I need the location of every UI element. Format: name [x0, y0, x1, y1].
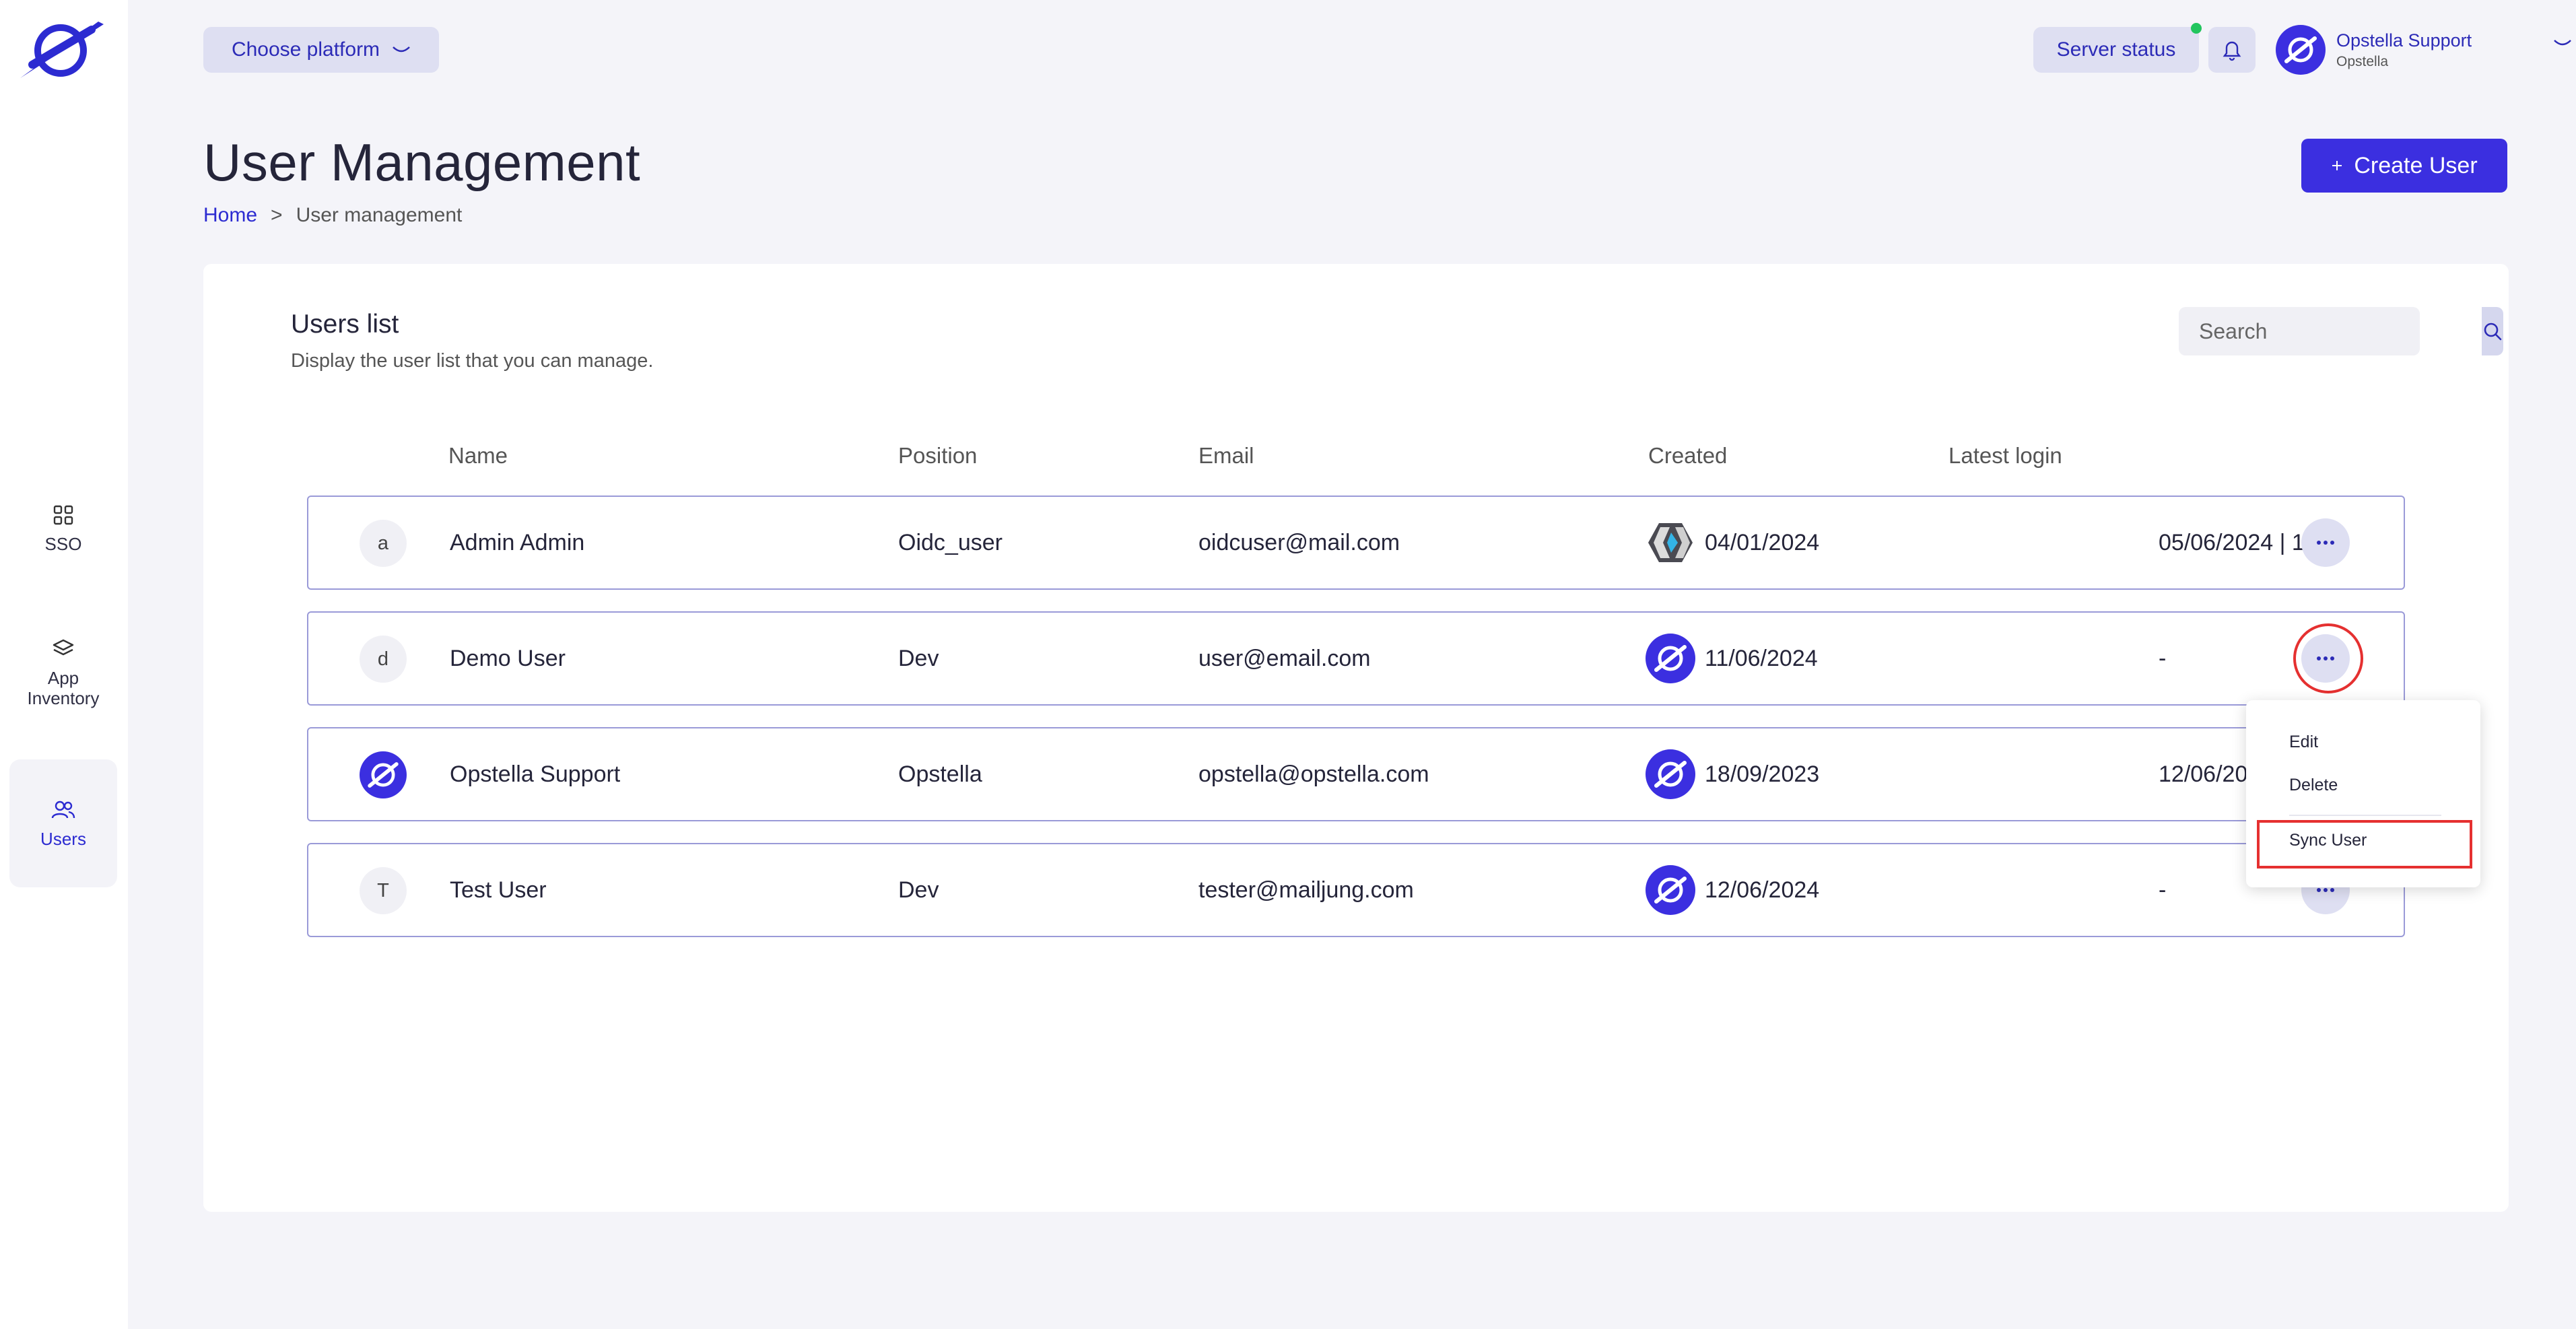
user-position: Opstella [898, 761, 982, 787]
breadcrumb: Home > User management [203, 204, 462, 227]
column-header-position: Position [898, 443, 978, 468]
user-email: oidcuser@mail.com [1198, 529, 1400, 555]
server-status-button[interactable]: Server status [2033, 27, 2199, 73]
menu-item-sync-user[interactable]: Sync User [2289, 831, 2367, 850]
row-actions-menu: Edit Delete Sync User [2246, 700, 2480, 887]
page-title: User Management [203, 133, 641, 192]
column-header-created: Created [1648, 443, 1728, 468]
user-initial-avatar: d [360, 636, 407, 683]
user-email: tester@mailjung.com [1198, 877, 1414, 903]
user-position: Dev [898, 877, 939, 903]
menu-item-edit[interactable]: Edit [2289, 732, 2318, 752]
avatar [360, 751, 407, 798]
more-dots-icon [2317, 541, 2334, 545]
highlight-ring [2293, 623, 2363, 693]
breadcrumb-home-link[interactable]: Home [203, 204, 257, 227]
chevron-down-icon[interactable] [2553, 38, 2572, 48]
table-row[interactable]: Opstella Support Opstella opstella@opste… [307, 727, 2405, 821]
status-online-indicator [2191, 23, 2202, 34]
search-button[interactable] [2482, 307, 2503, 355]
sidebar-item-label: SSO [44, 534, 82, 554]
choose-platform-label: Choose platform [231, 38, 380, 61]
avatar [2276, 25, 2326, 75]
plus-icon [2332, 161, 2342, 170]
users-list-card: Users list Display the user list that yo… [203, 264, 2509, 1212]
sidebar-item-label: App Inventory [27, 668, 100, 708]
choose-platform-dropdown[interactable]: Choose platform [203, 27, 439, 73]
create-user-label: Create User [2354, 152, 2478, 178]
sidebar-item-app-inventory[interactable]: App Inventory [9, 629, 117, 716]
table-row[interactable]: d Demo User Dev user@email.com 11/06/202… [307, 611, 2405, 706]
user-initial-avatar: a [360, 520, 407, 567]
created-date: 11/06/2024 [1705, 645, 1818, 671]
sidebar-item-label: Users [40, 829, 86, 849]
chevron-down-icon [393, 46, 410, 53]
user-email: opstella@opstella.com [1198, 761, 1429, 787]
card-title: Users list [291, 310, 399, 339]
search-input[interactable] [2179, 307, 2482, 355]
created-date: 18/09/2023 [1705, 761, 1820, 787]
card-subtitle: Display the user list that you can manag… [291, 350, 654, 372]
opstella-icon [1646, 749, 1695, 799]
user-position: Dev [898, 645, 939, 671]
created-date: 04/01/2024 [1705, 529, 1820, 555]
user-initial-avatar: T [360, 867, 407, 914]
profile-name: Opstella Support [2336, 30, 2472, 50]
main-content: Choose platform Server status Opstella S… [128, 0, 2576, 1329]
create-user-button[interactable]: Create User [2301, 139, 2507, 193]
opstella-logo-icon[interactable] [18, 20, 106, 81]
opstella-icon [1646, 634, 1695, 683]
sidebar: SSO App Inventory Users [0, 0, 128, 1329]
keycloak-icon [1648, 523, 1693, 562]
user-profile-menu[interactable]: Opstella Support Opstella [2276, 23, 2572, 77]
users-icon [51, 800, 75, 819]
user-name: Admin Admin [450, 529, 585, 555]
latest-login: - [2159, 645, 2167, 671]
sidebar-item-sso[interactable]: SSO [9, 491, 117, 566]
table-row[interactable]: T Test User Dev tester@mailjung.com 12/0… [307, 843, 2405, 937]
user-position: Oidc_user [898, 529, 1003, 555]
menu-divider [2289, 815, 2441, 816]
menu-item-delete[interactable]: Delete [2289, 776, 2338, 795]
opstella-icon [1646, 865, 1695, 915]
column-header-email: Email [1198, 443, 1254, 468]
notifications-button[interactable] [2208, 27, 2256, 73]
search-box [2179, 307, 2503, 355]
profile-org: Opstella [2336, 53, 2389, 69]
column-header-latest-login: Latest login [1948, 443, 2062, 468]
bell-icon [2223, 41, 2241, 61]
grid-icon [53, 505, 73, 525]
breadcrumb-current: User management [296, 204, 463, 226]
column-header-name: Name [448, 443, 508, 468]
table-row[interactable]: a Admin Admin Oidc_user oidcuser@mail.co… [307, 496, 2405, 590]
user-name: Opstella Support [450, 761, 621, 787]
user-email: user@email.com [1198, 645, 1371, 671]
row-actions-button[interactable] [2301, 518, 2350, 567]
search-icon [2484, 322, 2502, 341]
user-name: Demo User [450, 645, 566, 671]
more-dots-icon [2317, 888, 2334, 892]
created-date: 12/06/2024 [1705, 877, 1820, 903]
breadcrumb-separator: > [271, 204, 283, 226]
user-name: Test User [450, 877, 547, 903]
layers-icon [53, 639, 74, 656]
latest-login: - [2159, 877, 2167, 903]
sidebar-item-users[interactable]: Users [9, 759, 117, 887]
